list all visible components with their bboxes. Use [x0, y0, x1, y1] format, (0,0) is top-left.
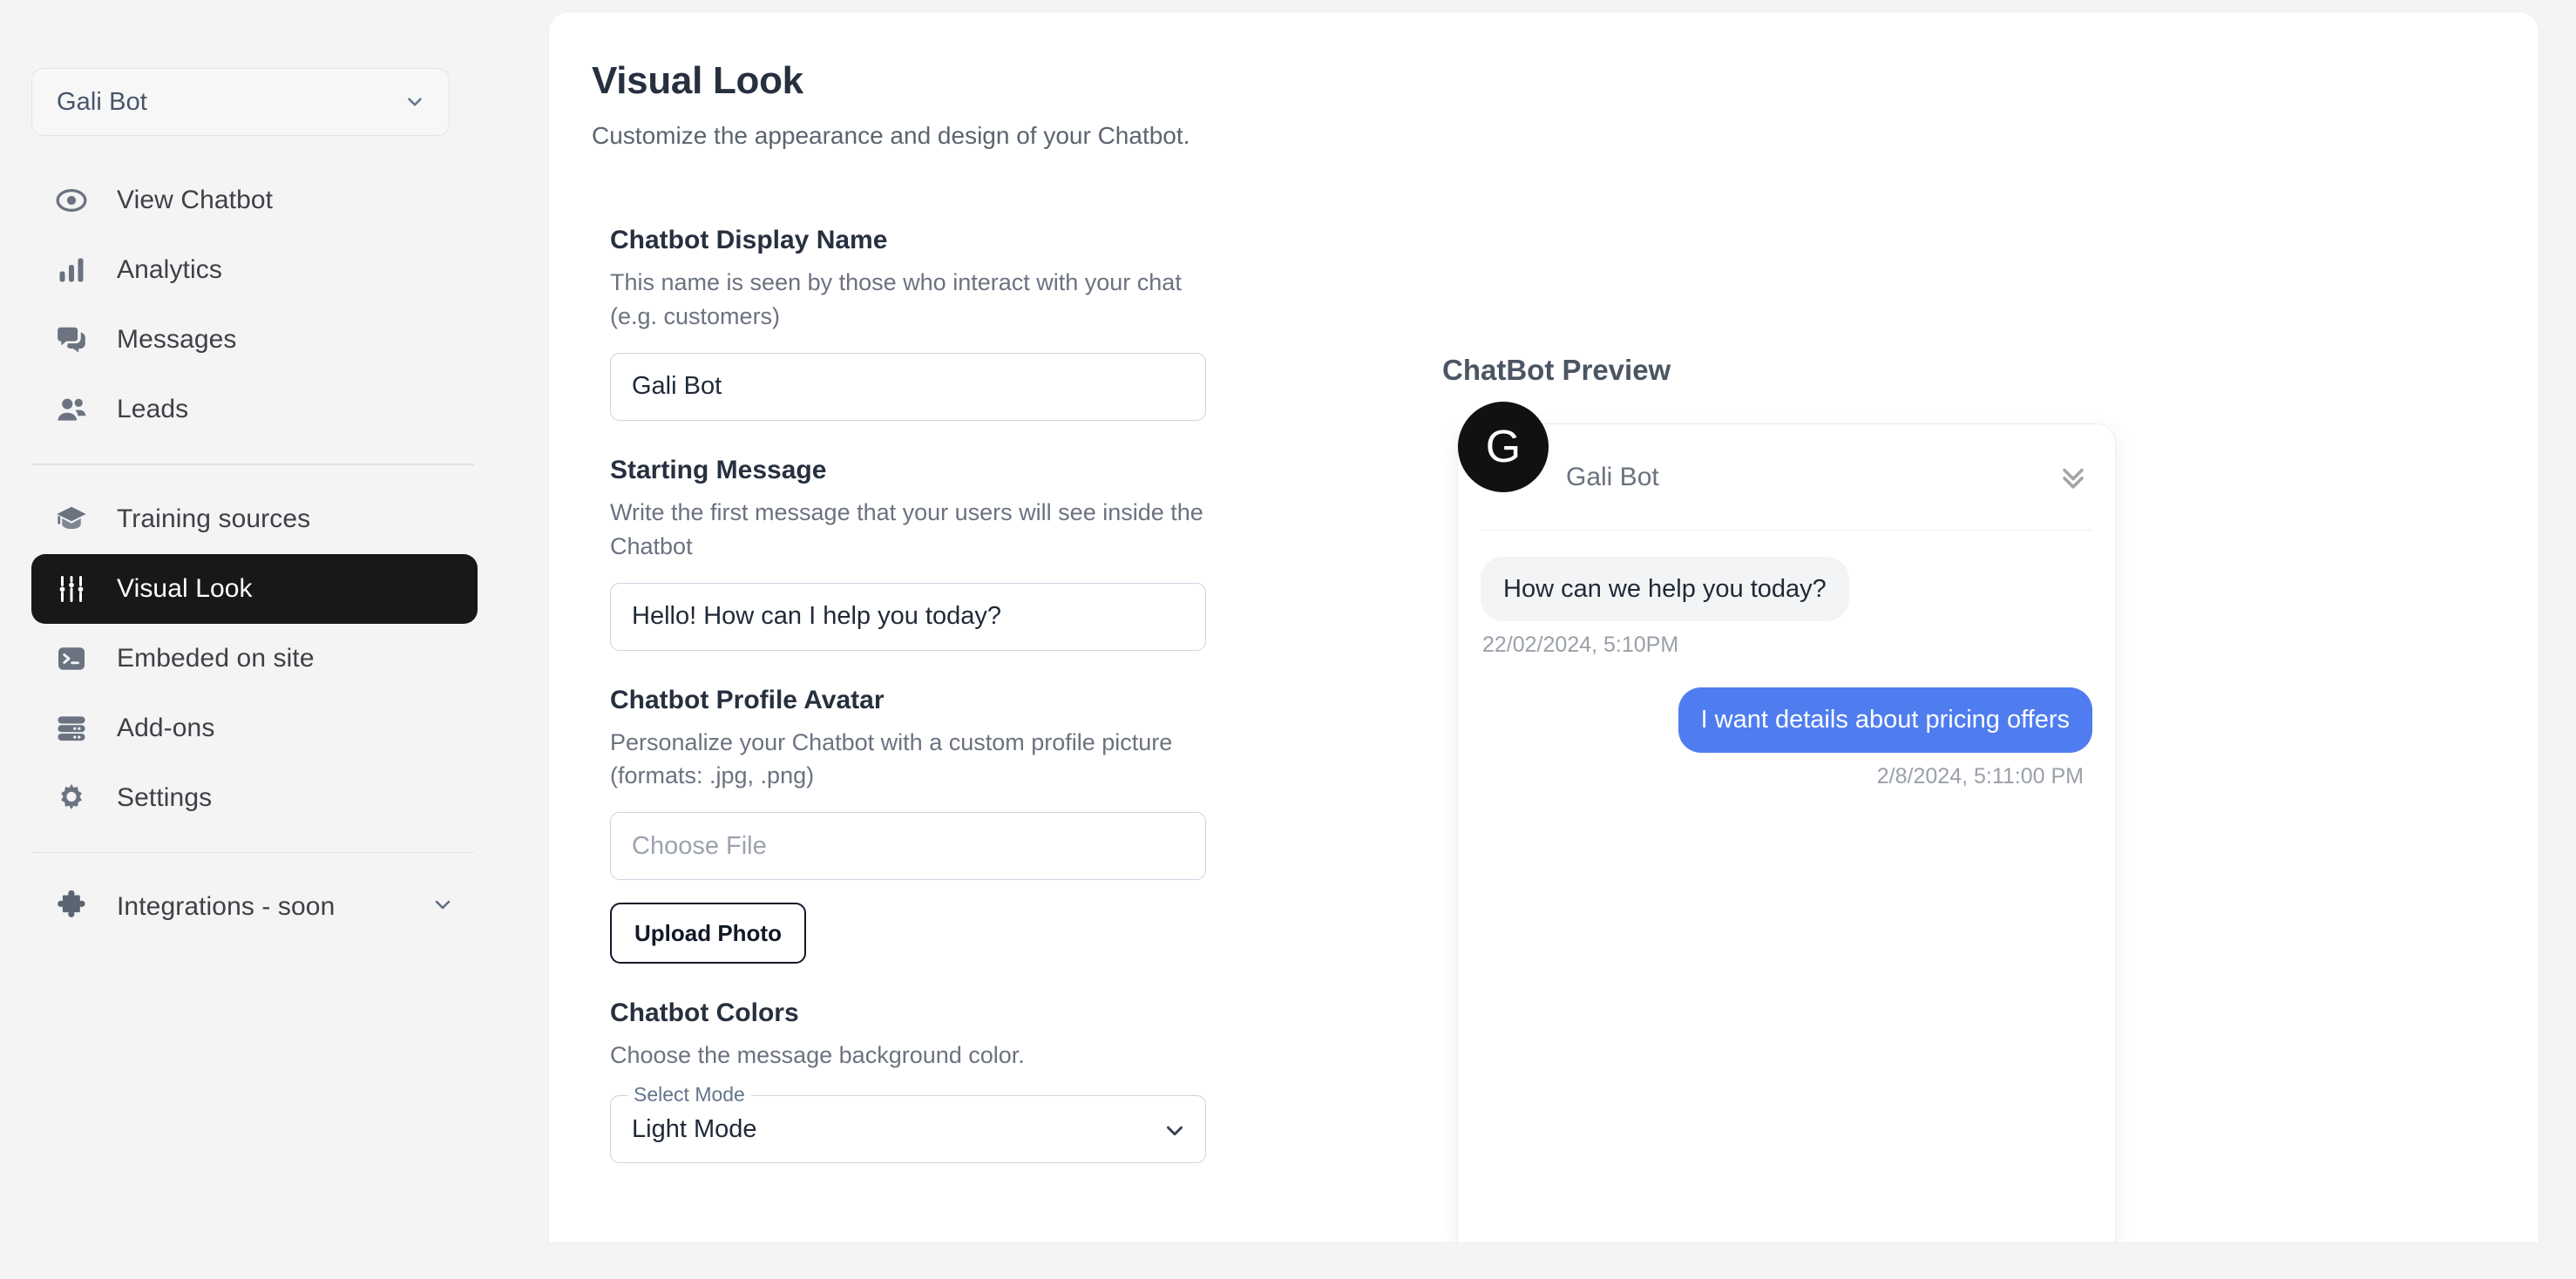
sidebar-item-label: Training sources: [117, 504, 311, 533]
sidebar-item-leads[interactable]: Leads: [31, 375, 478, 444]
message-timestamp: 22/02/2024, 5:10PM: [1482, 633, 1679, 658]
preview-bot-name: Gali Bot: [1566, 462, 1659, 491]
field-help-text: Choose the message background color.: [610, 1042, 1025, 1069]
chevron-down-icon: [1162, 1118, 1184, 1140]
sidebar-item-messages[interactable]: Messages: [31, 305, 478, 375]
sidebar-divider-1: [31, 464, 474, 465]
page-title: Visual Look: [592, 59, 803, 102]
field-label: Chatbot Profile Avatar: [610, 685, 885, 714]
select-mode-wrapper: Select Mode Light Mode: [610, 1083, 1206, 1164]
sidebar-item-label: Analytics: [117, 255, 222, 284]
field-starting-message: Starting Message Write the first message…: [610, 456, 1272, 651]
message-row-bot: How can we help you today? 22/02/2024, 5…: [1481, 557, 2092, 658]
field-chatbot-display-name: Chatbot Display Name This name is seen b…: [610, 226, 1272, 421]
preview-title: ChatBot Preview: [1442, 354, 1671, 386]
field-chatbot-profile-avatar: Chatbot Profile Avatar Personalize your …: [610, 686, 1272, 964]
sidebar-item-view-chatbot[interactable]: View Chatbot: [31, 166, 478, 235]
field-chatbot-colors: Chatbot Colors Choose the message backgr…: [610, 998, 1272, 1164]
sidebar-item-label: Messages: [117, 325, 237, 354]
upload-photo-button[interactable]: Upload Photo: [610, 903, 806, 964]
sidebar-divider-2: [31, 851, 474, 853]
puzzle-piece-icon: [52, 888, 91, 926]
sidebar-item-visual-look[interactable]: Visual Look: [31, 553, 478, 624]
select-mode-value: Light Mode: [632, 1114, 757, 1143]
avatar: G: [1458, 402, 1549, 492]
graduation-cap-icon: [52, 500, 91, 538]
chevron-down-icon[interactable]: [430, 893, 455, 922]
sidebar-item-integrations[interactable]: Integrations - soon: [31, 872, 478, 942]
page-subtitle: Customize the appearance and design of y…: [592, 122, 1190, 149]
starting-message-input[interactable]: Hello! How can I help you today?: [610, 582, 1206, 651]
field-label: Chatbot Display Name: [610, 226, 888, 254]
sidebar-item-embeded-on-site[interactable]: Embeded on site: [31, 624, 478, 694]
sidebar-item-label: View Chatbot: [117, 186, 274, 214]
sidebar: Gali Bot View Chatbot Analytics Messages: [0, 0, 549, 1279]
choose-file-input[interactable]: Choose File: [610, 812, 1206, 881]
sidebar-item-analytics[interactable]: Analytics: [31, 235, 478, 305]
sidebar-item-add-ons[interactable]: Add-ons: [31, 694, 478, 763]
sliders-icon: [52, 570, 91, 608]
server-stack-icon: [52, 709, 91, 748]
bot-selector[interactable]: Gali Bot: [31, 68, 450, 136]
field-help-text: Personalize your Chatbot with a custom p…: [610, 728, 1173, 789]
message-bubble: I want details about pricing offers: [1678, 687, 2092, 753]
preview-messages: How can we help you today? 22/02/2024, 5…: [1458, 531, 2115, 789]
chevron-down-icon: [403, 91, 426, 113]
people-icon: [52, 390, 91, 429]
sidebar-item-label: Integrations - soon: [117, 892, 336, 921]
chatbot-display-name-input[interactable]: Gali Bot: [610, 352, 1206, 421]
terminal-icon: [52, 640, 91, 678]
gear-icon: [52, 779, 91, 817]
message-row-user: I want details about pricing offers 2/8/…: [1481, 687, 2092, 788]
chat-bubbles-icon: [52, 321, 91, 359]
sidebar-item-settings[interactable]: Settings: [31, 763, 478, 833]
bot-selector-value: Gali Bot: [57, 87, 147, 116]
double-chevron-down-icon[interactable]: [2056, 460, 2091, 495]
sidebar-item-label: Leads: [117, 395, 189, 423]
field-help-text: Write the first message that your users …: [610, 498, 1203, 559]
bar-chart-icon: [52, 251, 91, 289]
sidebar-item-training-sources[interactable]: Training sources: [31, 484, 478, 554]
field-label: Starting Message: [610, 455, 827, 484]
sidebar-item-label: Visual Look: [117, 573, 253, 603]
sidebar-item-label: Settings: [117, 782, 213, 812]
content-card: Visual Look Customize the appearance and…: [549, 12, 2539, 1242]
message-bubble: How can we help you today?: [1481, 557, 1849, 622]
select-mode-legend: Select Mode: [627, 1083, 751, 1107]
eye-icon: [52, 181, 91, 220]
field-help-text: This name is seen by those who interact …: [610, 269, 1182, 329]
sidebar-item-label: Add-ons: [117, 713, 215, 742]
sidebar-item-label: Embeded on site: [117, 643, 315, 673]
preview-header: G Gali Bot: [1458, 402, 2092, 531]
message-timestamp: 2/8/2024, 5:11:00 PM: [1876, 763, 2084, 788]
field-label: Chatbot Colors: [610, 998, 799, 1028]
chatbot-preview-card: G Gali Bot How can we help you today? 22…: [1457, 402, 2116, 1242]
settings-form: Chatbot Display Name This name is seen b…: [610, 226, 1272, 1164]
sidebar-nav: View Chatbot Analytics Messages Leads Tr…: [31, 166, 478, 942]
